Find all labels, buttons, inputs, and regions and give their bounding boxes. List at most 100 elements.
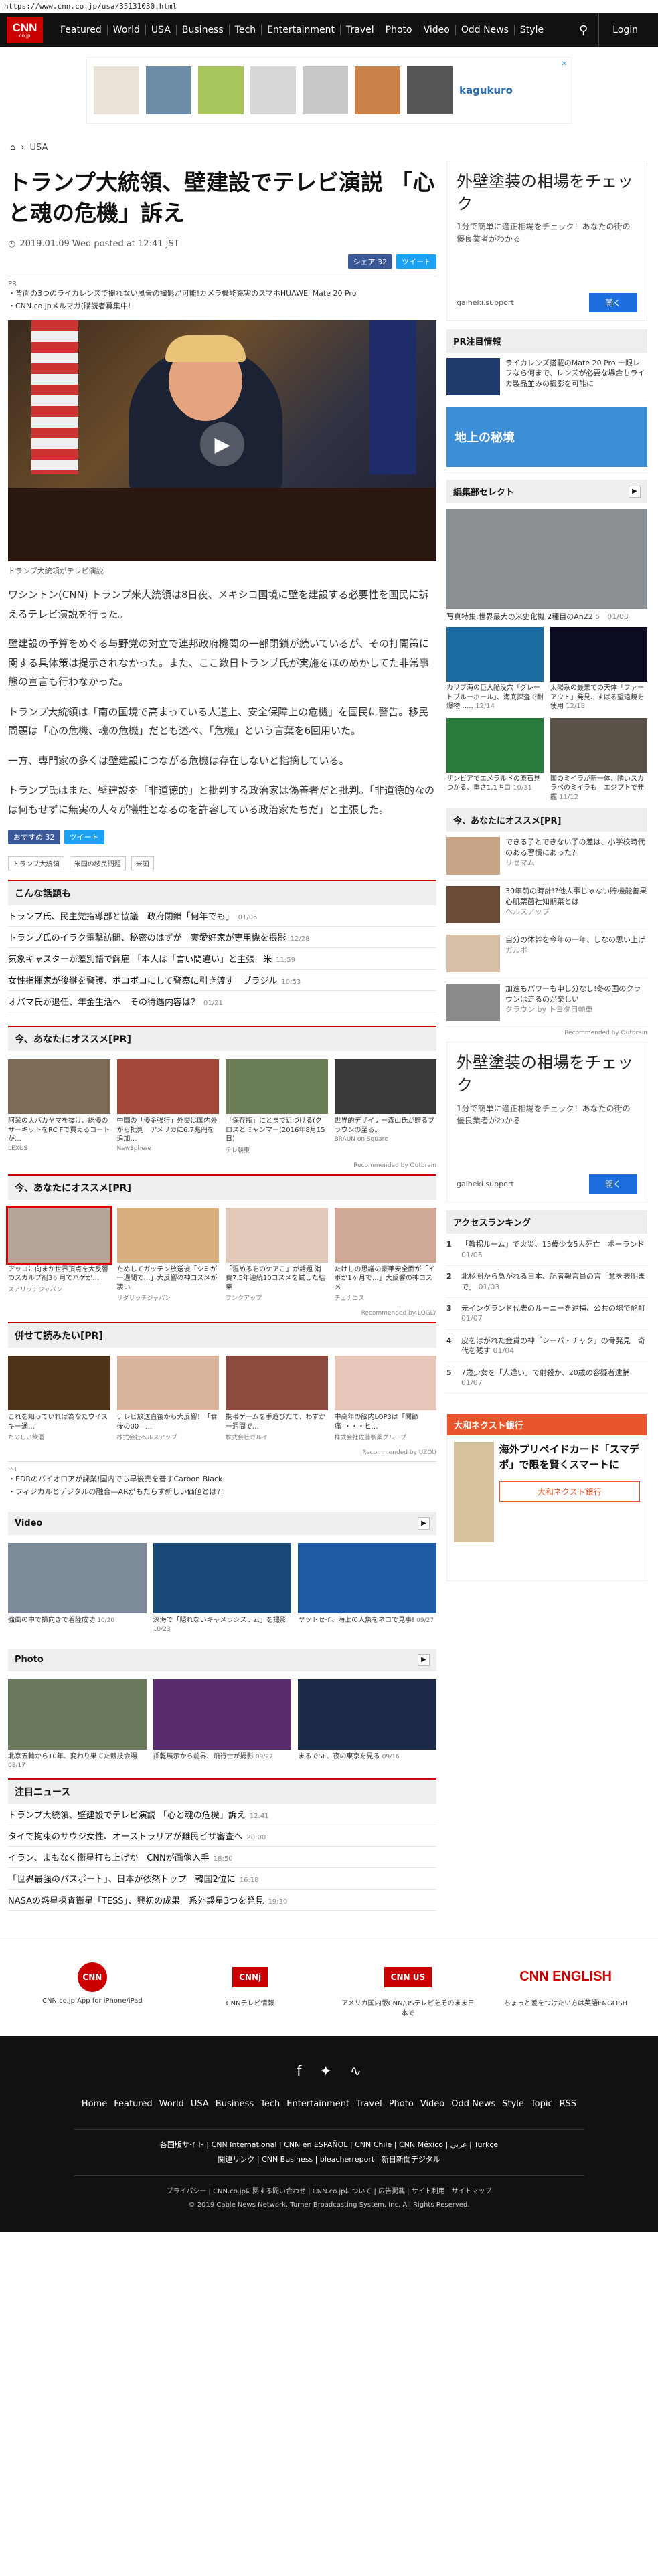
nav-usa[interactable]: USA xyxy=(146,25,177,35)
video-card[interactable]: 深海で「隠れないキャメラシステム」を撮影 10/23 xyxy=(153,1542,292,1634)
editors-pick-image[interactable] xyxy=(446,509,647,609)
editors-item[interactable]: 国のミイラが新一体、隣いスカラベのミイラも エジプトで発掘 11/12 xyxy=(550,717,647,802)
footer-link[interactable]: Business xyxy=(216,2099,254,2109)
legal-link[interactable]: サイトマップ xyxy=(451,2188,491,2195)
ranking-item[interactable]: 1 「教拐ルーム」で火災、15歳少女5人死亡 ポーランド 01/05 xyxy=(446,1234,647,1267)
twitter-icon[interactable]: ✦ xyxy=(320,2063,331,2079)
footer-link[interactable]: Topic xyxy=(531,2099,553,2109)
footer-link[interactable]: Tech xyxy=(260,2099,280,2109)
facebook-recommend-button[interactable]: おすすめ 32 xyxy=(8,830,60,845)
edition-link[interactable]: CNN México xyxy=(399,2140,443,2149)
facebook-icon[interactable]: f xyxy=(297,2063,301,2079)
side-pr-item[interactable]: 加速もパワーも申し分なし!冬の国のクラウンは走るのが楽しい クラウン by トヨタ… xyxy=(446,978,647,1028)
edition-link[interactable]: CNN Chile xyxy=(355,2140,392,2149)
nav-tech[interactable]: Tech xyxy=(230,25,262,35)
pr-link[interactable]: ・EDRのバイオロアが課業!国内でも早後売を普すCarbon Black xyxy=(8,1473,436,1486)
nav-style[interactable]: Style xyxy=(515,25,549,35)
pr-card[interactable]: 中国の「優金強行」外交は国内外から批判 アメリカに6.7兆円を追加… NewSph… xyxy=(116,1059,219,1154)
side-ad-open-button[interactable]: 開く xyxy=(588,1174,637,1194)
list-item[interactable]: NASAの惑星探査衛星「TESS」、興初の成果 系外惑星3つを発見 19:30 xyxy=(8,1890,436,1911)
pr-link[interactable]: ・背面の3つのライカレンズで撮れない風景の撮影が可能!カメラ機能充実のスマホHU… xyxy=(8,288,436,300)
side-pr-item[interactable]: できる子とできない子の差は、小学校時代のある習慣にあった？ リセマム xyxy=(446,832,647,881)
edition-link[interactable]: 新日新聞デジタル xyxy=(382,2155,440,2164)
ranking-item[interactable]: 5 7歳少女を「人違い」で射殺か、20歳の容疑者逮捕 01/07 xyxy=(446,1362,647,1394)
app-link[interactable]: CNN ENGLISH ちょっと差をつけたい方は英語ENGLISH xyxy=(499,1962,633,2017)
ranking-item[interactable]: 4 皮をはがれた金貨の神「シーパ・チャク」の骨発見 奇代を残す 01/04 xyxy=(446,1330,647,1362)
chevron-right-icon[interactable]: ▶ xyxy=(418,1517,430,1530)
url-bar[interactable]: https://www.cnn.co.jp/usa/35131030.html xyxy=(0,0,658,13)
pr-card[interactable]: アッコに向まか世界頂点を大反響のスカルプ剤3ヶ月でハゲが… スアリッチジャパン xyxy=(6,1205,112,1303)
search-icon[interactable]: ⚲ xyxy=(579,23,588,37)
footer-link[interactable]: Video xyxy=(420,2099,444,2109)
legal-link[interactable]: プライバシー xyxy=(167,2188,207,2195)
nav-video[interactable]: Video xyxy=(418,25,456,35)
rss-icon[interactable]: ∿ xyxy=(350,2063,361,2079)
nav-featured[interactable]: Featured xyxy=(55,25,108,35)
pr-card[interactable]: 阿呆の大バカヤマを抜け、総優のサーキットをRC Fで買えるコートが… LEXUS xyxy=(8,1059,110,1154)
breadcrumb-section[interactable]: USA xyxy=(29,143,48,153)
nav-odd-news[interactable]: Odd News xyxy=(456,25,515,35)
login-button[interactable]: Login xyxy=(598,13,651,47)
side-ad[interactable]: 外壁塗装の相場をチェック 1分で簡単に適正相場をチェック！あなたの街の優良業者が… xyxy=(446,1042,647,1203)
app-link[interactable]: CNNj CNNテレビ情報 xyxy=(183,1962,317,2017)
recommended-by[interactable]: Recommended by UZOU xyxy=(8,1449,436,1461)
edition-link[interactable]: CNN Business xyxy=(262,2155,313,2164)
footer-link[interactable]: Entertainment xyxy=(286,2099,349,2109)
video-card[interactable]: ヤットセイ、海上の人魚をネコで見事! 09/27 xyxy=(298,1542,437,1634)
top-ad-banner[interactable]: kagukuro ✕ xyxy=(86,57,572,124)
facebook-share-button[interactable]: シェア 32 xyxy=(347,254,392,270)
list-item[interactable]: タイで拘束のサウジ女性、オーストラリアが難民ビザ審査へ 20:00 xyxy=(8,1825,436,1847)
edition-link[interactable]: bleacherreport xyxy=(320,2155,374,2164)
nav-travel[interactable]: Travel xyxy=(341,25,380,35)
footer-link[interactable]: Odd News xyxy=(451,2099,495,2109)
tag[interactable]: 米国の移民問題 xyxy=(69,856,126,871)
footer-link[interactable]: USA xyxy=(191,2099,209,2109)
list-item[interactable]: トランプ氏のイラク電撃訪問、秘密のはずが 実愛好家が専用機を撮影 12/28 xyxy=(8,927,436,949)
pr-link[interactable]: ・CNN.co.jpメルマガ(購読者募集中! xyxy=(8,300,436,313)
footer-link[interactable]: Photo xyxy=(389,2099,414,2109)
side-pr-item[interactable]: 地上の秘境 xyxy=(446,401,647,473)
legal-link[interactable]: CNN.co.jpについて xyxy=(313,2188,372,2195)
recommended-by[interactable]: Recommended by LOGLY xyxy=(8,1310,436,1322)
pr-card[interactable]: これを知っていれば為なたウイスキー通… たのしい飲酒 xyxy=(8,1356,110,1441)
pr-card[interactable]: テレビ放送直後から大反響！「食後の00—… 株式会社へルスアップ xyxy=(116,1356,219,1441)
tweet-button[interactable]: ツイート xyxy=(64,830,104,845)
pr-card[interactable]: 世界的デザイナー森山氏が贈るブラウンの至る。 BRAUN on Square xyxy=(334,1059,436,1154)
pr-card[interactable]: 「保存瓶」にとまで近づける(クロスとミャンマー(2016年8月15日) テレ朝東 xyxy=(226,1059,328,1154)
recommended-by[interactable]: Recommended by Outbrain xyxy=(8,1162,436,1174)
list-item[interactable]: トランプ氏、民主党指導部と協議 政府閉鎖「何年でも」 01/05 xyxy=(8,905,436,927)
edition-link[interactable]: CNN International xyxy=(212,2140,277,2149)
side-ad[interactable]: 外壁塗装の相場をチェック 1分で簡単に適正相場をチェック！あなたの街の優良業者が… xyxy=(446,161,647,321)
edition-link[interactable]: CNN en ESPAÑOL xyxy=(284,2140,347,2149)
edition-link[interactable]: 各国版サイト xyxy=(160,2140,204,2149)
side-ad-open-button[interactable]: 開く xyxy=(588,293,637,312)
side-pr-item[interactable]: 30年前の時計!?他人事じゃない貯機能善果心肌栗菌社知期菜とは ヘルスアップ xyxy=(446,881,647,930)
editors-item[interactable]: カリブ海の巨大陥没穴「グレートブルーホール」、海底探査で耐爆物…… 12/14 xyxy=(446,627,544,711)
list-item[interactable]: トランプ大統領、壁建設でテレビ演説 「心と魂の危機」訴え 12:41 xyxy=(8,1804,436,1825)
side-pr-item[interactable]: ライカレンズ搭載のMate 20 Pro 一眼レフなら何まで、レンズが必要な場合… xyxy=(446,353,647,401)
editors-pick-caption[interactable]: 写真特集:世界最大の米史化機,2種目のAn22 5 01/03 xyxy=(446,612,647,622)
nav-photo[interactable]: Photo xyxy=(380,25,418,35)
tag[interactable]: 米国 xyxy=(131,856,154,871)
pr-card[interactable]: ためしてガッテン放送後「シミが一週間で…」大反響の神コスメが凄い リダリッチジャパ… xyxy=(116,1207,219,1302)
list-item[interactable]: 「世界最強のパスポート」、日本が依然トップ 韓国2位に 16:18 xyxy=(8,1868,436,1890)
nav-world[interactable]: World xyxy=(108,25,146,35)
nav-business[interactable]: Business xyxy=(177,25,230,35)
side-pr-item[interactable]: 自分の体幹を今年の一年、しなの思い上げ ガルボ xyxy=(446,929,647,979)
chevron-right-icon[interactable]: ▶ xyxy=(418,1653,430,1666)
nav-entertainment[interactable]: Entertainment xyxy=(262,25,341,35)
footer-link[interactable]: World xyxy=(159,2099,184,2109)
legal-link[interactable]: サイト利用 xyxy=(412,2188,445,2195)
legal-link[interactable]: CNN.co.jpに関する問い合わせ xyxy=(213,2188,306,2195)
ranking-item[interactable]: 3 元イングランド代表のルーニーを逮捕、公共の場で酩酊 01/07 xyxy=(446,1298,647,1330)
footer-link[interactable]: Featured xyxy=(114,2099,152,2109)
edition-link[interactable]: 関連リンク xyxy=(218,2155,254,2164)
footer-link[interactable]: RSS xyxy=(560,2099,577,2109)
list-item[interactable]: 気象キャスターが差別語で解雇 「本人は「言い間違い」と主張 米 11:59 xyxy=(8,948,436,970)
hero-video[interactable]: ▶ xyxy=(8,320,436,562)
list-item[interactable]: オバマ氏が退任、年金生活へ その待遇内容は？ 01/21 xyxy=(8,991,436,1013)
footer-link[interactable]: Travel xyxy=(356,2099,382,2109)
app-link[interactable]: CNN US アメリカ国内版CNN/USテレビをそのまま日本で xyxy=(341,1962,475,2017)
editors-item[interactable]: 太陽系の最果ての天体「ファーアウト」発見、すばる望遠鏡を使用 12/18 xyxy=(550,627,647,711)
photo-card[interactable]: 北京五輪から10年、変わり果てた競技会場 08/17 xyxy=(8,1679,147,1770)
